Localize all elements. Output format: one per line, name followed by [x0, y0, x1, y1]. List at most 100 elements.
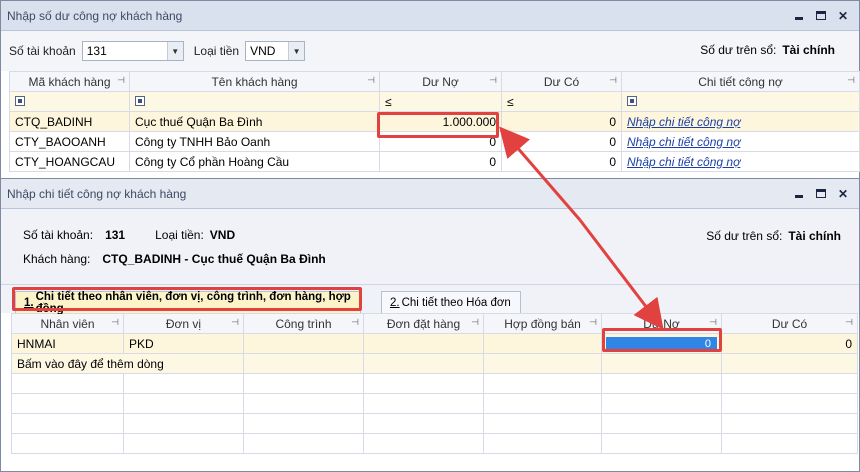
filter-checkbox-icon[interactable] [15, 95, 25, 106]
col-header-project[interactable]: Công trình ⊣ [243, 313, 364, 334]
main-balance-label: Số dư trên sổ: [700, 43, 777, 57]
cell-customer-name[interactable]: Công ty TNHH Bảo Oanh [129, 131, 380, 152]
pin-icon[interactable]: ⊣ [111, 317, 119, 328]
detail-balance-value: Tài chính [788, 229, 841, 243]
cell-detail[interactable]: Nhập chi tiết công nợ [621, 111, 860, 132]
tab-label: Chi tiết theo nhân viên, đơn vị, công tr… [35, 290, 351, 315]
col-header-contract[interactable]: Hợp đồng bán ⊣ [483, 313, 602, 334]
cell-unit[interactable]: PKD [123, 333, 244, 354]
table-row[interactable]: HNMAI PKD 0 0 [11, 333, 858, 354]
col-header-detail[interactable]: Chi tiết công nợ ⊣ [621, 71, 860, 92]
detail-account-value: 131 [105, 228, 126, 242]
cell-debit[interactable]: 1.000.000 [379, 111, 502, 132]
minimize-icon[interactable] [793, 9, 805, 23]
add-row-hint[interactable]: Bấm vào đây để thêm dòng [11, 353, 244, 374]
cell-customer-name[interactable]: Công ty Cổ phần Hoàng Cầu [129, 151, 380, 172]
filter-debit[interactable]: ≤ [379, 91, 502, 112]
pin-icon[interactable]: ⊣ [847, 75, 855, 86]
detail-currency-value: VND [209, 228, 236, 242]
cell-detail-credit[interactable]: 0 [721, 333, 858, 354]
detail-window-title: Nhập chi tiết công nợ khách hàng [7, 186, 187, 201]
filter-customer-name[interactable] [129, 91, 380, 112]
detail-balance-label: Số dư trên sổ: [706, 229, 783, 243]
cell-project[interactable] [243, 333, 364, 354]
detail-customer-line: Khách hàng: CTQ_BADINH - Cục thuế Quận B… [23, 247, 859, 271]
table-row[interactable]: CTY_HOANGCAU Công ty Cổ phần Hoàng Cầu 0… [9, 151, 860, 172]
tab-number: 2. [390, 296, 400, 309]
customer-grid-header: Mã khách hàng ⊣ Tên khách hàng ⊣ Dư Nợ ⊣ Dư… [9, 71, 860, 92]
pin-icon[interactable]: ⊣ [471, 317, 479, 328]
col-header-employee[interactable]: Nhân viên ⊣ [11, 313, 124, 334]
cell-customer-code[interactable]: CTY_BAOOANH [9, 131, 130, 152]
cell-detail[interactable]: Nhập chi tiết công nợ [621, 131, 860, 152]
main-balance-info: Số dư trên sổ: Tài chính [700, 43, 835, 57]
cell-credit[interactable]: 0 [501, 131, 622, 152]
col-header-order[interactable]: Đơn đặt hàng ⊣ [363, 313, 484, 334]
cell-customer-code[interactable]: CTY_HOANGCAU [9, 151, 130, 172]
close-icon[interactable]: ✕ [837, 9, 849, 23]
dropdown-arrow-icon[interactable]: ▼ [166, 42, 183, 60]
cell-detail[interactable]: Nhập chi tiết công nợ [621, 151, 860, 172]
cell-debit[interactable]: 0 [379, 151, 502, 172]
col-header-customer-name[interactable]: Tên khách hàng ⊣ [129, 71, 380, 92]
col-header-credit[interactable]: Dư Có ⊣ [501, 71, 622, 92]
tab-label: Chi tiết theo Hóa đơn [401, 296, 511, 309]
minimize-icon[interactable] [793, 187, 805, 201]
account-select[interactable]: 131 ▼ [81, 41, 184, 61]
pin-icon[interactable]: ⊣ [231, 317, 239, 328]
cell-customer-code[interactable]: CTQ_BADINH [9, 111, 130, 132]
table-row[interactable]: CTY_BAOOANH Công ty TNHH Bảo Oanh 0 0 Nh… [9, 131, 860, 152]
main-filterbar: Số tài khoản 131 ▼ Loại tiền VND ▼ Số dư… [1, 31, 859, 71]
pin-icon[interactable]: ⊣ [351, 317, 359, 328]
cell-customer-name[interactable]: Cục thuế Quận Ba Đình [129, 111, 380, 132]
col-header-detail-debit[interactable]: Dư Nợ ⊣ [601, 313, 722, 334]
account-label: Số tài khoản [9, 44, 76, 58]
pin-icon[interactable]: ⊣ [609, 75, 617, 86]
pin-icon[interactable]: ⊣ [367, 75, 375, 86]
pin-icon[interactable]: ⊣ [709, 317, 717, 328]
col-header-unit[interactable]: Đơn vị ⊣ [123, 313, 244, 334]
main-window: Nhập số dư công nợ khách hàng ✕ Số tài k… [0, 0, 860, 180]
col-header-detail-credit[interactable]: Dư Có ⊣ [721, 313, 858, 334]
maximize-icon[interactable] [815, 9, 827, 23]
debit-cell-editor[interactable]: 0 [606, 336, 717, 351]
account-select-value: 131 [86, 44, 107, 58]
filter-checkbox-icon[interactable] [135, 95, 145, 106]
pin-icon[interactable]: ⊣ [489, 75, 497, 86]
cell-order[interactable] [363, 333, 484, 354]
customer-grid: Mã khách hàng ⊣ Tên khách hàng ⊣ Dư Nợ ⊣ Dư… [9, 71, 860, 172]
filter-credit[interactable]: ≤ [501, 91, 622, 112]
dropdown-arrow-icon[interactable]: ▼ [288, 42, 305, 60]
currency-label: Loại tiền [193, 44, 240, 58]
cell-credit[interactable]: 0 [501, 111, 622, 132]
maximize-icon[interactable] [815, 187, 827, 201]
pin-icon[interactable]: ⊣ [845, 317, 853, 328]
tab-number: 1. [24, 296, 34, 309]
col-header-customer-code[interactable]: Mã khách hàng ⊣ [9, 71, 130, 92]
cell-contract[interactable] [483, 333, 602, 354]
detail-link[interactable]: Nhập chi tiết công nợ [627, 135, 740, 149]
currency-select[interactable]: VND ▼ [245, 41, 306, 61]
cell-debit[interactable]: 0 [379, 131, 502, 152]
filter-checkbox-icon[interactable] [627, 95, 637, 106]
cell-employee[interactable]: HNMAI [11, 333, 124, 354]
detail-customer-label: Khách hàng: [23, 252, 91, 266]
detail-link[interactable]: Nhập chi tiết công nợ [627, 155, 740, 169]
col-header-debit[interactable]: Dư Nợ ⊣ [379, 71, 502, 92]
pin-icon[interactable]: ⊣ [589, 317, 597, 328]
filter-customer-code[interactable] [9, 91, 130, 112]
tab-detail-by-invoice[interactable]: 2. Chi tiết theo Hóa đơn [381, 291, 521, 313]
table-row[interactable]: CTQ_BADINH Cục thuế Quận Ba Đình 1.000.0… [9, 111, 860, 132]
cell-detail-debit[interactable]: 0 [601, 333, 722, 354]
detail-customer-value: CTQ_BADINH - Cục thuế Quận Ba Đình [102, 252, 326, 266]
detail-grid: Nhân viên ⊣ Đơn vị ⊣ Công trình ⊣ Đơn đặt h… [11, 313, 858, 454]
tab-detail-by-employee[interactable]: 1. Chi tiết theo nhân viên, đơn vị, công … [15, 290, 361, 315]
add-row[interactable]: Bấm vào đây để thêm dòng [11, 353, 858, 374]
detail-link[interactable]: Nhập chi tiết công nợ [627, 115, 740, 129]
empty-row [11, 433, 858, 454]
main-titlebar: Nhập số dư công nợ khách hàng ✕ [1, 1, 859, 31]
pin-icon[interactable]: ⊣ [117, 75, 125, 86]
close-icon[interactable]: ✕ [837, 187, 849, 201]
cell-credit[interactable]: 0 [501, 151, 622, 172]
filter-detail[interactable] [621, 91, 860, 112]
